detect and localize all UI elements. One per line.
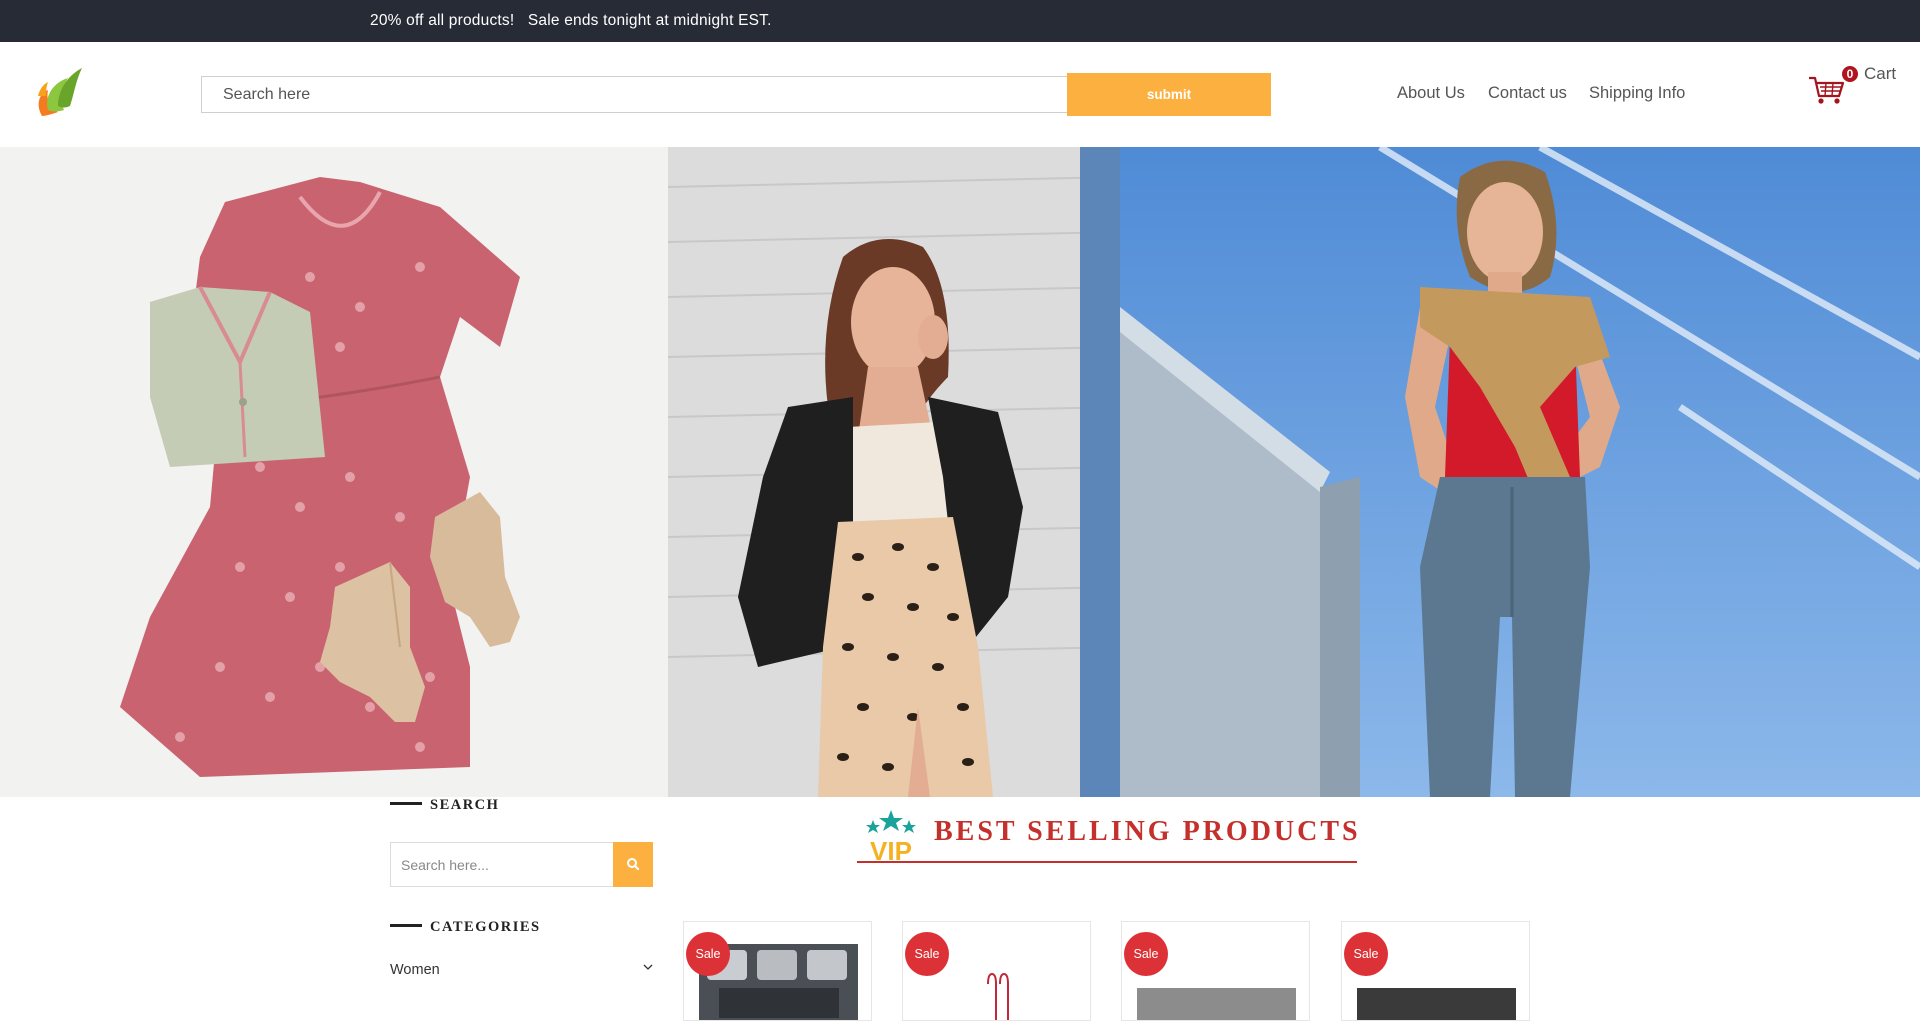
product-card[interactable]: Sale xyxy=(902,921,1091,1021)
sidebar-search-button[interactable] xyxy=(613,842,653,887)
best-selling-heading: VIP BEST SELLING PRODUCTS xyxy=(857,808,1358,864)
nav-shipping-info[interactable]: Shipping Info xyxy=(1589,84,1685,103)
category-item-women[interactable]: Women xyxy=(390,962,653,984)
cart-label: Cart xyxy=(1864,64,1897,83)
sale-badge: Sale xyxy=(686,932,730,976)
sidebar-search-heading-label: SEARCH xyxy=(430,797,500,813)
sale-badge: Sale xyxy=(1124,932,1168,976)
category-label: Women xyxy=(390,962,440,978)
sale-badge: Sale xyxy=(905,932,949,976)
chevron-down-icon[interactable] xyxy=(643,960,653,975)
hero-image-sky-jeans xyxy=(1120,147,1920,797)
hero-image-leopard-skirt xyxy=(668,147,1120,797)
cart-button[interactable]: 0 Cart xyxy=(1806,64,1897,106)
sale-badge: Sale xyxy=(1344,932,1388,976)
logo-icon[interactable] xyxy=(34,66,84,118)
product-card[interactable]: Sale xyxy=(1341,921,1530,1021)
heading-bar xyxy=(390,802,422,806)
site-header: submit About Us Contact us Shipping Info… xyxy=(0,42,1920,147)
sidebar-search-input[interactable] xyxy=(390,842,613,887)
best-selling-title: BEST SELLING PRODUCTS xyxy=(934,816,1361,847)
announcement-bar: 20% off all products! Sale ends tonight … xyxy=(0,0,1920,42)
shopping-cart-icon xyxy=(1809,76,1845,104)
vip-stars-icon: VIP xyxy=(866,810,916,862)
nav-about-us[interactable]: About Us xyxy=(1397,84,1465,103)
product-card[interactable]: Sale xyxy=(1121,921,1310,1021)
heading-underline xyxy=(857,861,1357,863)
cart-count-badge: 0 xyxy=(1842,66,1858,82)
hero-banner[interactable] xyxy=(0,147,1920,797)
hero-image-dress-flatlay xyxy=(0,147,668,797)
search-submit-button[interactable]: submit xyxy=(1067,73,1271,116)
announcement-text: 20% off all products! Sale ends tonight … xyxy=(370,12,772,29)
heading-bar xyxy=(390,924,422,928)
svg-text:VIP: VIP xyxy=(870,836,912,862)
header-search-input[interactable] xyxy=(201,76,1067,113)
sidebar-categories-heading-label: CATEGORIES xyxy=(430,919,541,935)
nav-contact-us[interactable]: Contact us xyxy=(1488,84,1567,103)
sidebar-categories-heading: CATEGORIES xyxy=(390,919,541,936)
product-card[interactable]: Sale xyxy=(683,921,872,1021)
sidebar-search-heading: SEARCH xyxy=(390,797,499,814)
search-icon xyxy=(627,858,640,871)
